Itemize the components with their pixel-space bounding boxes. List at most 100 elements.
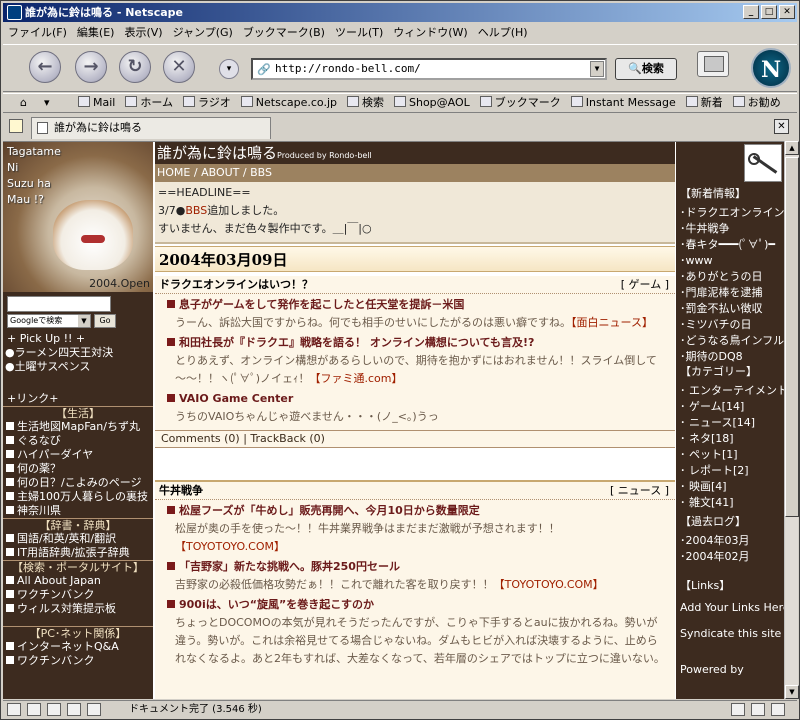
list-item[interactable]: 何の薬？	[3, 462, 153, 476]
bookmark-netscape[interactable]: Netscape.co.jp	[236, 94, 342, 112]
menu-bookmarks[interactable]: ブックマーク(B)	[238, 23, 330, 43]
archive-link[interactable]: ･2004年03月	[680, 533, 784, 549]
article-title[interactable]: 900iは、いつ“旋風”を巻き起こすのか	[155, 596, 675, 614]
site-nav-links[interactable]: HOME / ABOUT / BBS	[155, 164, 675, 182]
category-link[interactable]: ･ ゲーム[14]	[680, 399, 784, 415]
google-search-select[interactable]: Googleで検索 ▼	[7, 314, 91, 328]
scroll-thumb[interactable]	[785, 157, 799, 517]
new-post-link[interactable]: ･罰金不払い徴収	[680, 301, 784, 317]
composer-icon[interactable]	[67, 703, 81, 716]
list-item[interactable]: 主婦100万人暮らしの裏技	[3, 490, 153, 504]
bookmark-folder[interactable]: ブックマーク	[475, 94, 566, 112]
url-dropdown-icon[interactable]: ▼	[590, 61, 604, 77]
category-link[interactable]: ･ エンターテイメント	[680, 383, 784, 399]
add-links-link[interactable]: Add Your Links Here	[680, 600, 784, 616]
article-title[interactable]: 松屋フーズが「牛めし」販売再開へ、今月10日から数量限定	[155, 502, 675, 520]
mail-icon[interactable]	[27, 703, 41, 716]
pickup-link[interactable]: ●土曜サスペンス	[3, 360, 153, 374]
vertical-scrollbar[interactable]: ▲ ▼	[784, 141, 799, 699]
toolbar-dropdown-icon[interactable]: ▾	[39, 94, 59, 112]
category-link[interactable]: ･ ネタ[18]	[680, 431, 784, 447]
bbs-link[interactable]: BBS	[185, 204, 207, 217]
list-item[interactable]: 生活地図MapFan/ちず丸	[3, 420, 153, 434]
menu-help[interactable]: ヘルプ(H)	[473, 23, 533, 43]
connection-icon[interactable]	[731, 703, 745, 716]
bookmark-instant-message[interactable]: Instant Message	[566, 94, 681, 112]
maximize-button[interactable]: □	[761, 5, 777, 19]
netscape-logo[interactable]: N	[751, 48, 791, 88]
close-button[interactable]: ✕	[779, 5, 795, 19]
bookmark-mail[interactable]: Mail	[73, 94, 120, 112]
menu-go[interactable]: ジャンプ(G)	[168, 23, 238, 43]
list-item[interactable]: インターネットQ&A	[3, 640, 153, 654]
article-title[interactable]: 息子がゲームをして発作を起こしたと任天堂を提訴－米国	[155, 296, 675, 314]
menu-edit[interactable]: 編集(E)	[72, 23, 120, 43]
home-tab-icon[interactable]: ⌂	[15, 94, 35, 112]
list-item[interactable]: 国語/和英/英和/翻訳	[3, 532, 153, 546]
entry-category[interactable]: [ ゲーム ]	[621, 276, 669, 294]
new-post-link[interactable]: ･ありがとうの日	[680, 269, 784, 285]
tab-current[interactable]: 誰が為に鈴は鳴る	[31, 117, 271, 139]
menu-file[interactable]: ファイル(F)	[3, 23, 72, 43]
back-button[interactable]: ←	[29, 51, 61, 83]
address-book-icon[interactable]	[87, 703, 101, 716]
list-item[interactable]: 神奈川県	[3, 504, 153, 518]
list-item[interactable]: IT用語辞典/拡張子辞典	[3, 546, 153, 560]
security-lock-icon[interactable]	[771, 703, 785, 716]
syndicate-link[interactable]: Syndicate this site	[680, 626, 784, 642]
search-button[interactable]: 🔍検索	[615, 58, 677, 80]
new-post-link[interactable]: ･www	[680, 253, 784, 269]
scroll-up-icon[interactable]: ▲	[785, 141, 799, 155]
bookmark-new[interactable]: 新着	[681, 94, 728, 112]
menu-window[interactable]: ウィンドウ(W)	[388, 23, 472, 43]
go-button[interactable]: Go	[94, 314, 116, 328]
menu-tools[interactable]: ツール(T)	[330, 23, 388, 43]
entry-title[interactable]: 牛丼戦争[ ニュース ]	[155, 482, 675, 500]
new-post-link[interactable]: ･ミツバチの日	[680, 317, 784, 333]
comments-link[interactable]: Comments (0) | TrackBack (0)	[155, 430, 675, 448]
forward-button[interactable]: →	[75, 51, 107, 83]
entry-category[interactable]: [ ニュース ]	[610, 482, 669, 500]
bookmark-recommend[interactable]: お勧め	[728, 94, 786, 112]
stop-button[interactable]: ✕	[163, 51, 195, 83]
new-post-link[interactable]: ･期待のDQ8	[680, 349, 784, 365]
category-link[interactable]: ･ ニュース[14]	[680, 415, 784, 431]
navigator-icon[interactable]	[7, 703, 21, 716]
list-item[interactable]: ワクチンバンク	[3, 654, 153, 668]
pickup-link[interactable]: ●ラーメン四天王対決	[3, 346, 153, 360]
new-post-link[interactable]: ･どうなる鳥インフル	[680, 333, 784, 349]
scroll-down-icon[interactable]: ▼	[785, 685, 799, 699]
minimize-button[interactable]: _	[743, 5, 759, 19]
new-post-link[interactable]: ･牛丼戦争	[680, 221, 784, 237]
google-search-input[interactable]	[7, 296, 111, 312]
category-link[interactable]: ･ 映画[4]	[680, 479, 784, 495]
category-link[interactable]: ･ レポート[2]	[680, 463, 784, 479]
article-title[interactable]: 和田社長が『ドラクエ』戦略を語る！ オンライン構想についても言及!?	[155, 334, 675, 352]
entry-title[interactable]: ドラクエオンラインはいつ！？[ ゲーム ]	[155, 276, 675, 294]
history-dropdown-button[interactable]: ▾	[219, 59, 239, 79]
list-item[interactable]: ワクチンバンク	[3, 588, 153, 602]
url-input[interactable]: 🔗 http://rondo-bell.com/ ▼	[251, 58, 607, 80]
archive-link[interactable]: ･2004年02月	[680, 549, 784, 565]
reload-button[interactable]: ↻	[119, 51, 151, 83]
new-tab-icon[interactable]	[9, 119, 23, 133]
bookmark-radio[interactable]: ラジオ	[178, 94, 236, 112]
new-post-link[interactable]: ･春キタ━━━(ﾟ∀ﾟ)━	[680, 237, 784, 253]
aim-icon[interactable]	[47, 703, 61, 716]
new-post-link[interactable]: ･ドラクエオンラインは	[680, 205, 784, 221]
category-link[interactable]: ･ ペット[1]	[680, 447, 784, 463]
category-link[interactable]: ･ 雑文[41]	[680, 495, 784, 511]
list-item[interactable]: ぐるなび	[3, 434, 153, 448]
list-item[interactable]: All About Japan	[3, 574, 153, 588]
article-title[interactable]: 「吉野家」新たな挑戦へ。豚丼250円セール	[155, 558, 675, 576]
list-item[interactable]: ウィルス対策提示板	[3, 602, 153, 616]
bookmark-search[interactable]: 検索	[342, 94, 389, 112]
article-title[interactable]: VAIO Game Center	[155, 390, 675, 408]
list-item[interactable]: ハイパーダイヤ	[3, 448, 153, 462]
print-button[interactable]	[697, 51, 729, 77]
list-item[interactable]: 何の日？/こよみのページ	[3, 476, 153, 490]
new-post-link[interactable]: ･門扉泥棒を逮捕	[680, 285, 784, 301]
close-tab-button[interactable]: ✕	[774, 119, 789, 134]
bookmark-home[interactable]: ホーム	[120, 94, 178, 112]
bookmark-shop[interactable]: Shop@AOL	[389, 94, 475, 112]
